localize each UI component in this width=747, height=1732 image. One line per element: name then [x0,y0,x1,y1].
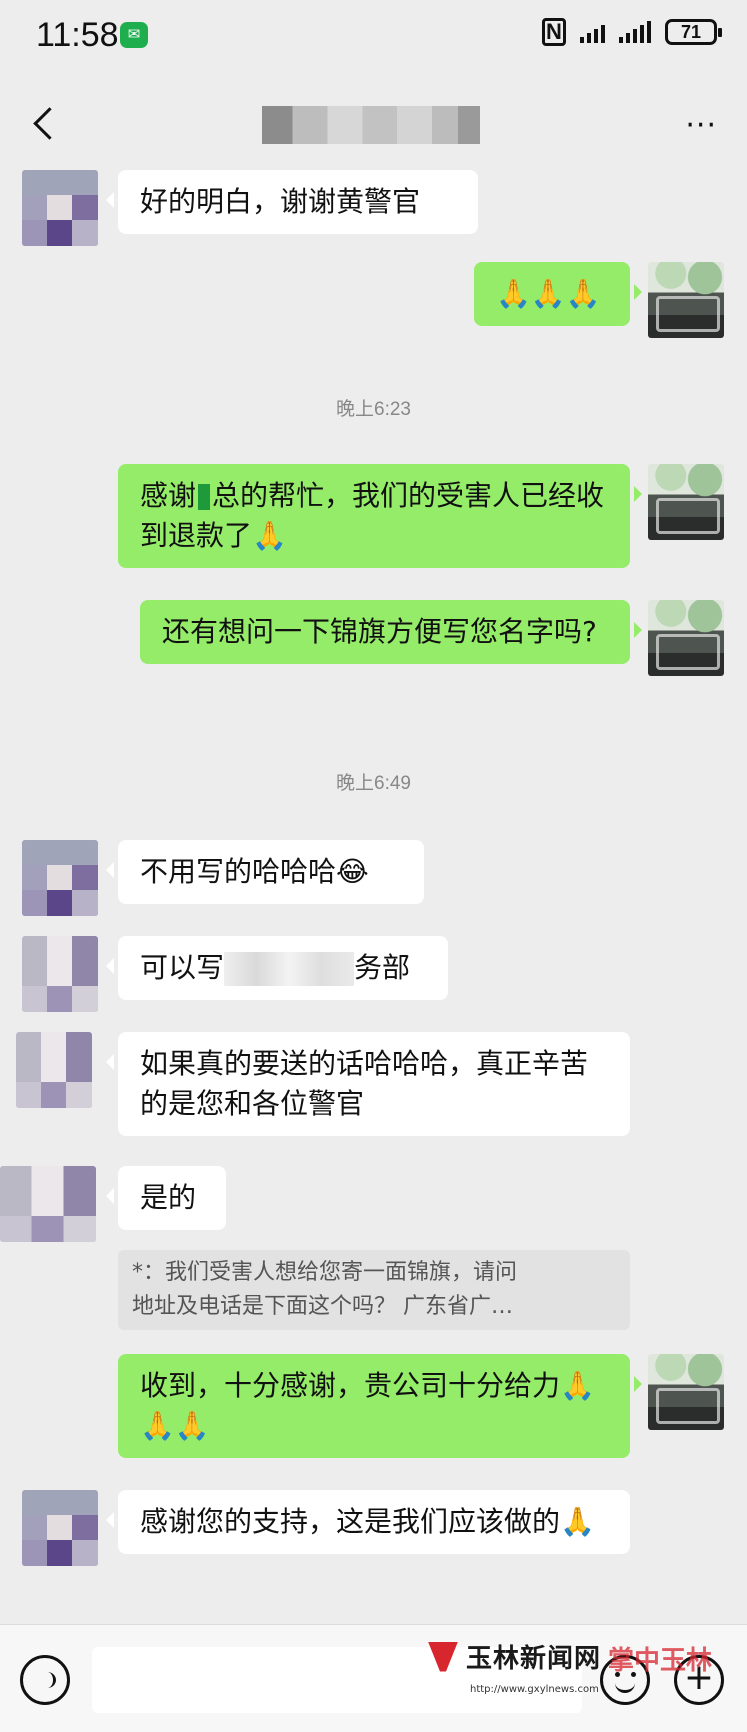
wechat-notification-icon: ✉ [120,22,148,48]
message-text: 可以写 [140,951,225,984]
message-text: 收到，十分感谢，贵公司十分给力🙏🙏🙏 [140,1369,595,1442]
watermark-logo: 玉林新闻网 [428,1638,601,1675]
contact-avatar[interactable] [22,840,98,916]
watermark-icon [428,1641,458,1672]
message-bubble-incoming[interactable]: 是的 [106,1166,226,1230]
watermark-url: http://www.gxylnews.com [470,1684,599,1695]
nfc-icon: N [542,18,566,46]
message-bubble-outgoing[interactable]: 还有想问一下锦旗方便写您名字吗? [140,600,642,664]
redacted-text [224,952,355,986]
voice-input-icon[interactable] [20,1655,70,1705]
message-bubble-incoming[interactable]: 可以写 务部 [106,936,448,1000]
my-avatar[interactable] [648,464,724,540]
status-time: 11:58 [36,16,119,54]
message-text: 好的明白，谢谢黄警官 [140,185,421,218]
message-text: 还有想问一下锦旗方便写您名字吗? [162,615,597,648]
contact-avatar[interactable] [16,1032,92,1108]
message-text: 感谢您的支持，这是我们应该做的🙏 [140,1505,595,1538]
message-bubble-outgoing[interactable]: 收到，十分感谢，贵公司十分给力🙏🙏🙏 [118,1354,642,1458]
watermark-app: 掌中玉林 [608,1646,713,1676]
message-text: 感谢 [140,479,197,512]
contact-avatar[interactable] [22,170,98,246]
chat-title-redacted [262,106,480,144]
contact-avatar[interactable] [22,1490,98,1566]
chat-header: ··· [0,90,747,160]
message-bubble-incoming[interactable]: 如果真的要送的话哈哈哈，真正辛苦的是您和各位警官 [106,1032,630,1136]
status-indicators: N 71 [542,18,722,46]
time-divider: 晚上6:49 [336,773,411,794]
message-text: 务部 [354,951,411,984]
my-avatar[interactable] [648,600,724,676]
message-text: 不用写的哈哈哈😂 [140,855,369,888]
message-bubble-outgoing[interactable]: 感谢 总的帮忙，我们的受害人已经收到退款了🙏 [118,464,642,568]
status-bar: 11:58 ✉ N 71 [0,0,747,72]
signal-icon-2 [619,21,651,43]
battery-icon: 71 [665,19,722,45]
redacted-name [198,484,211,510]
back-arrow-icon[interactable] [28,104,68,144]
message-text: 如果真的要送的话哈哈哈，真正辛苦的是您和各位警官 [140,1047,589,1120]
my-avatar[interactable] [648,1354,724,1430]
message-bubble-incoming[interactable]: 不用写的哈哈哈😂 [106,840,424,904]
message-bubble-incoming[interactable]: 好的明白，谢谢黄警官 [106,170,478,234]
message-bubble-incoming[interactable]: 感谢您的支持，这是我们应该做的🙏 [106,1490,630,1554]
contact-avatar[interactable] [0,1166,96,1242]
more-options-icon[interactable]: ··· [685,108,717,143]
message-text: 🙏🙏🙏 [496,277,601,310]
signal-icon [580,21,605,43]
my-avatar[interactable] [648,262,724,338]
message-text: 是的 [140,1181,197,1214]
message-bubble-outgoing[interactable]: 🙏🙏🙏 [474,262,642,326]
contact-avatar[interactable] [22,936,98,1012]
time-divider: 晚上6:23 [336,399,411,420]
quoted-message[interactable]: *：我们受害人想给您寄一面锦旗，请问 地址及电话是下面这个吗？ 广东省广… [118,1250,630,1330]
watermark-name: 玉林新闻网 [466,1644,602,1674]
